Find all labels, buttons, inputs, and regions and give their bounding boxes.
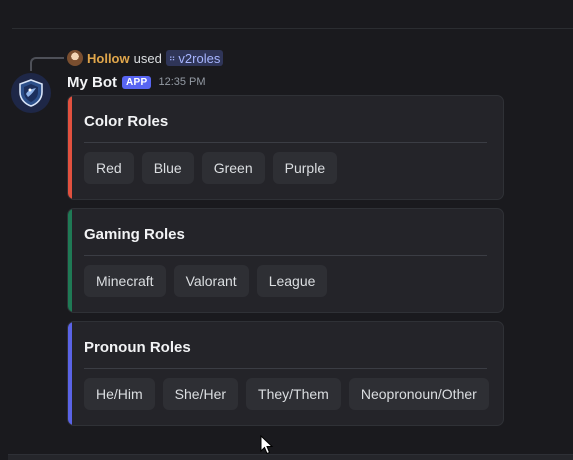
- container-separator: [84, 142, 487, 143]
- reply-user-avatar[interactable]: [67, 50, 83, 66]
- container-separator: [84, 255, 487, 256]
- bot-name[interactable]: My Bot: [67, 74, 117, 91]
- container-color-roles: Color Roles Red Blue Green Purple: [67, 95, 504, 200]
- button-row: He/Him She/Her They/Them Neopronoun/Other: [84, 378, 489, 410]
- mouse-pointer-icon: [260, 435, 274, 455]
- role-button-purple[interactable]: Purple: [272, 152, 338, 184]
- container-accent-bar: [68, 209, 72, 312]
- command-name: v2roles: [178, 50, 221, 66]
- container-title: Gaming Roles: [84, 226, 185, 243]
- container-title: Color Roles: [84, 113, 169, 130]
- message-header: My Bot APP 12:35 PM: [67, 72, 206, 92]
- app-badge: APP: [122, 75, 152, 89]
- role-button-they-them[interactable]: They/Them: [246, 378, 341, 410]
- container-title: Pronoun Roles: [84, 339, 191, 356]
- role-button-he-him[interactable]: He/Him: [84, 378, 155, 410]
- role-button-neopronoun-other[interactable]: Neopronoun/Other: [348, 378, 489, 410]
- reply-spine: [30, 57, 64, 71]
- reply-username[interactable]: Hollow: [87, 51, 130, 66]
- role-button-green[interactable]: Green: [201, 152, 265, 184]
- bottom-scrollbar[interactable]: [8, 454, 573, 460]
- bot-avatar[interactable]: [11, 73, 51, 113]
- container-gaming-roles: Gaming Roles Minecraft Valorant League: [67, 208, 504, 313]
- container-separator: [84, 368, 487, 369]
- role-button-red[interactable]: Red: [84, 152, 134, 184]
- role-button-minecraft[interactable]: Minecraft: [84, 265, 166, 297]
- container-accent-bar: [68, 322, 72, 425]
- container-accent-bar: [68, 96, 72, 199]
- container-pronoun-roles: Pronoun Roles He/Him She/Her They/Them Neopr…: [67, 321, 504, 426]
- shield-logo-icon: [19, 79, 43, 107]
- role-button-blue[interactable]: Blue: [141, 152, 194, 184]
- slash-command-icon: ⠶: [168, 52, 176, 63]
- button-row: Minecraft Valorant League: [84, 265, 328, 297]
- message-timestamp: 12:35 PM: [158, 76, 206, 88]
- role-button-valorant[interactable]: Valorant: [173, 265, 249, 297]
- role-button-league[interactable]: League: [256, 265, 328, 297]
- role-button-she-her[interactable]: She/Her: [162, 378, 239, 410]
- command-mention[interactable]: ⠶ v2roles: [165, 50, 224, 66]
- reply-used-text: used: [133, 50, 162, 66]
- top-divider: [12, 28, 573, 29]
- reply-context[interactable]: Hollow used ⠶ v2roles: [67, 50, 224, 66]
- button-row: Red Blue Green Purple: [84, 152, 338, 184]
